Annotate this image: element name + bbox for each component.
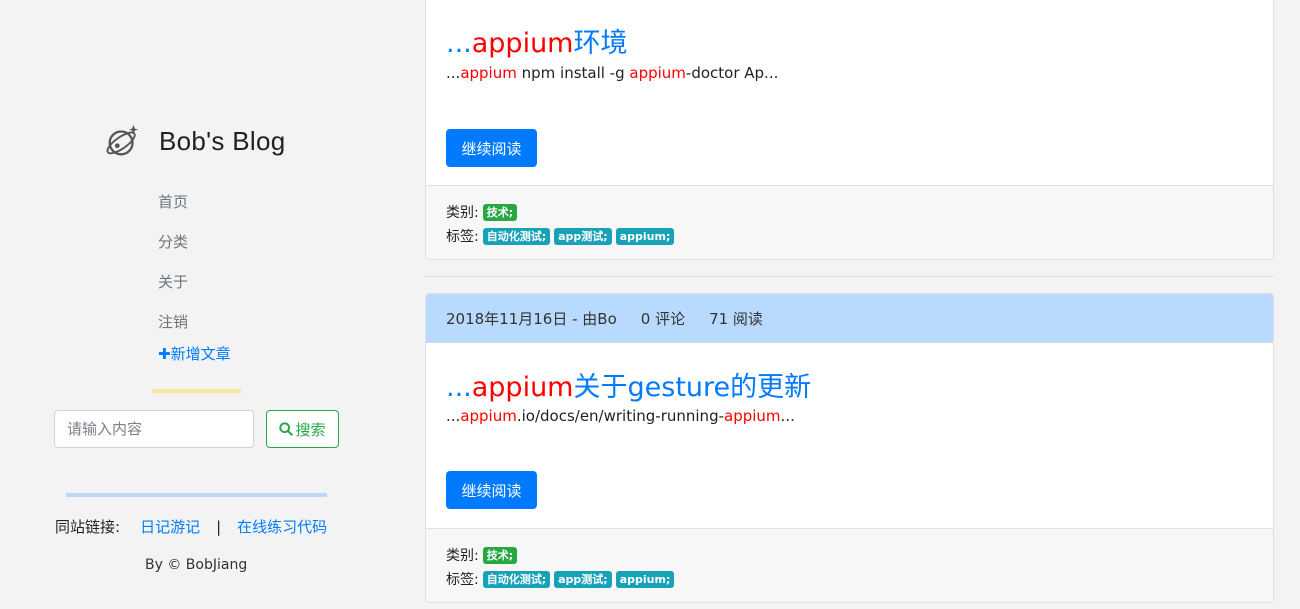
- excerpt-middle: npm install -g: [516, 64, 630, 82]
- nav-item-categories[interactable]: 分类: [158, 230, 188, 270]
- post-comments[interactable]: 0 评论: [641, 308, 685, 329]
- search-input[interactable]: [54, 410, 254, 448]
- copyright: By © BobJiang: [145, 557, 248, 573]
- post-excerpt: ...appium.io/docs/en/writing-running-app…: [446, 407, 795, 425]
- tag-badge[interactable]: app测试;: [554, 570, 612, 588]
- post-title-rest: 环境: [573, 28, 628, 59]
- excerpt-prefix: ...: [446, 407, 461, 425]
- category-label: 类别:: [446, 548, 479, 564]
- excerpt-highlight: appium: [460, 407, 517, 425]
- post-title[interactable]: ...appium环境: [446, 21, 628, 60]
- tags-label: 标签:: [446, 572, 479, 588]
- tag-badge[interactable]: 自动化测试;: [482, 227, 551, 245]
- post-title-highlight: appium: [471, 372, 574, 403]
- tags-row: 标签: 自动化测试; app测试; appium;: [446, 224, 1273, 248]
- post-title[interactable]: ...appium关于gesture的更新: [446, 365, 811, 404]
- tag-badge[interactable]: appium;: [615, 227, 675, 245]
- post-footer: 类别: 技术; 标签: 自动化测试; app测试; appium;: [426, 185, 1273, 259]
- tag-badge[interactable]: app测试;: [554, 227, 612, 245]
- post-title-rest: 关于gesture的更新: [573, 372, 812, 403]
- post-card: ...appium环境 ...appium npm install -g app…: [425, 0, 1274, 260]
- post-title-highlight: appium: [471, 28, 574, 59]
- category-badge[interactable]: 技术;: [482, 546, 518, 564]
- category-row: 类别: 技术;: [446, 200, 1273, 224]
- plus-icon: ✚: [158, 345, 171, 363]
- category-label: 类别:: [446, 205, 479, 221]
- post-card: 2018年11月16日 - 由Bo 0 评论 71 阅读 ...appium关于…: [425, 293, 1274, 603]
- sidebar-nav: 首页 分类 关于 注销: [158, 190, 188, 350]
- planet-icon: [106, 124, 139, 156]
- nav-item-home[interactable]: 首页: [158, 190, 188, 230]
- divider-yellow: [152, 389, 241, 393]
- divider-blue: [66, 493, 327, 497]
- tag-badge[interactable]: appium;: [615, 570, 675, 588]
- links-separator: |: [216, 517, 222, 536]
- excerpt-rest: -doctor Ap...: [685, 64, 779, 82]
- post-header: 2018年11月16日 - 由Bo 0 评论 71 阅读: [426, 294, 1273, 343]
- new-post-label: 新增文章: [170, 345, 231, 363]
- site-links: 同站链接: 日记游记 | 在线练习代码: [55, 516, 327, 537]
- post-title-prefix: ...: [446, 28, 472, 59]
- site-links-label: 同站链接:: [55, 518, 121, 536]
- search-icon: [279, 422, 294, 436]
- tag-badge[interactable]: 自动化测试;: [482, 570, 551, 588]
- nav-item-about[interactable]: 关于: [158, 270, 188, 310]
- excerpt-highlight: appium: [460, 64, 517, 82]
- post-title-prefix: ...: [446, 372, 472, 403]
- post-date: 2018年11月16日 - 由Bo: [446, 309, 617, 328]
- read-more-button[interactable]: 继续阅读: [446, 471, 537, 509]
- excerpt-rest: ...: [780, 407, 795, 425]
- excerpt-middle: .io/docs/en/writing-running-: [516, 407, 725, 425]
- post-excerpt: ...appium npm install -g appium-doctor A…: [446, 64, 778, 82]
- post-footer: 类别: 技术; 标签: 自动化测试; app测试; appium;: [426, 528, 1273, 602]
- search-button[interactable]: 搜索: [266, 410, 339, 448]
- blog-brand[interactable]: Bob's Blog: [104, 122, 286, 160]
- excerpt-highlight: appium: [629, 64, 686, 82]
- link-code-practice[interactable]: 在线练习代码: [237, 516, 327, 537]
- link-diary[interactable]: 日记游记: [140, 516, 200, 537]
- excerpt-highlight: appium: [724, 407, 781, 425]
- blog-title: Bob's Blog: [159, 125, 286, 156]
- search-button-label: 搜索: [295, 420, 326, 439]
- new-post-link[interactable]: ✚新增文章: [158, 343, 231, 364]
- post-divider: [425, 276, 1274, 277]
- post-views: 71 阅读: [709, 309, 763, 328]
- excerpt-prefix: ...: [446, 64, 461, 82]
- category-badge[interactable]: 技术;: [482, 203, 518, 221]
- tags-row: 标签: 自动化测试; app测试; appium;: [446, 567, 1273, 591]
- read-more-button[interactable]: 继续阅读: [446, 129, 537, 167]
- category-row: 类别: 技术;: [446, 543, 1273, 567]
- tags-label: 标签:: [446, 229, 479, 245]
